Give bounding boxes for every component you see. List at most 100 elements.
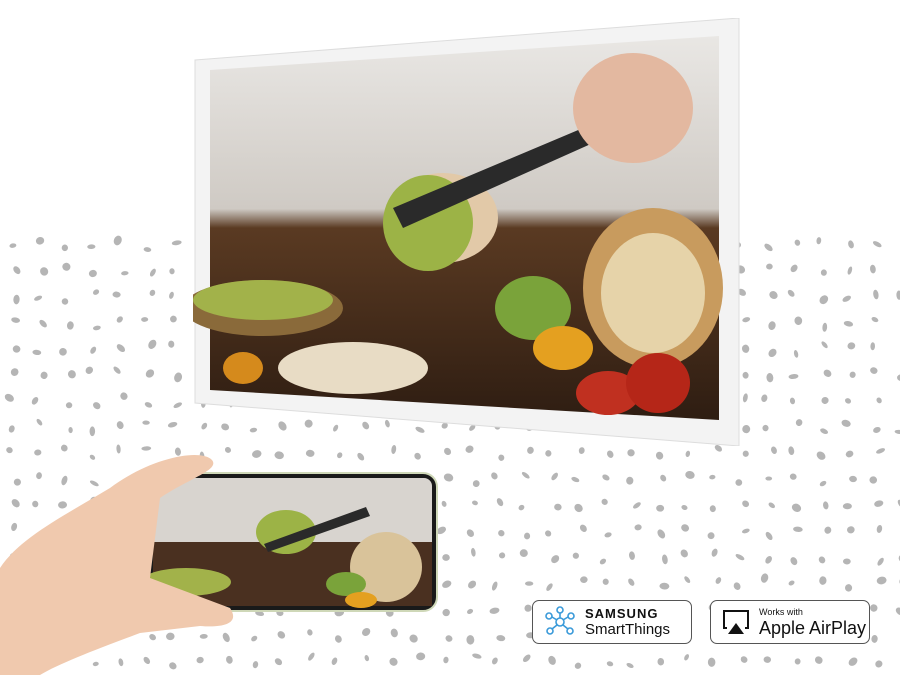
tv-display: [183, 17, 741, 447]
pattern-dot: [466, 635, 475, 645]
samsung-wordmark: SAMSUNG: [585, 605, 659, 621]
pattern-dot: [602, 578, 609, 585]
pattern-dot: [869, 264, 876, 274]
works-with-label: Works with: [759, 606, 803, 617]
pattern-dot: [93, 402, 101, 410]
pattern-dot: [764, 243, 773, 252]
pattern-dot: [116, 421, 124, 430]
pattern-dot: [143, 247, 152, 252]
pattern-dot: [870, 367, 878, 374]
pattern-dot: [148, 339, 157, 349]
pattern-dot: [9, 243, 17, 248]
pattern-dot: [88, 269, 97, 278]
pattern-dot: [849, 475, 857, 483]
pattern-dot: [765, 531, 773, 541]
pattern-dot: [657, 529, 666, 539]
pattern-dot: [656, 504, 665, 512]
pattern-dot: [606, 661, 614, 667]
pattern-dot: [496, 498, 504, 507]
pattern-dot: [762, 424, 769, 432]
pattern-dot: [472, 653, 482, 659]
pattern-dot: [174, 372, 183, 383]
pattern-dot: [742, 450, 749, 457]
pattern-dot: [277, 631, 286, 639]
pattern-dot: [491, 657, 498, 665]
pattern-dot: [847, 342, 856, 350]
pattern-dot: [659, 582, 670, 590]
pattern-dot: [849, 371, 856, 378]
pattern-dot: [518, 504, 525, 511]
pattern-dot: [67, 370, 76, 379]
pattern-dot: [788, 446, 795, 456]
pattern-dot: [680, 549, 688, 558]
pattern-dot: [149, 268, 156, 277]
pattern-dot: [574, 662, 582, 669]
pattern-dot: [61, 298, 69, 305]
airplay-label: Apple AirPlay: [759, 617, 867, 638]
pattern-dot: [821, 396, 829, 404]
pattern-dot: [711, 548, 718, 557]
pattern-dot: [4, 393, 14, 402]
pattern-dot: [707, 657, 716, 667]
pattern-dot: [116, 316, 123, 323]
pattern-dot: [89, 426, 96, 437]
pattern-dot: [874, 500, 884, 507]
pattern-dot: [112, 291, 121, 298]
pattern-dot: [897, 499, 900, 509]
pattern-dot: [790, 557, 798, 566]
pattern-dot: [896, 290, 900, 300]
pattern-dot: [841, 419, 851, 427]
pattern-dot: [845, 450, 854, 458]
pattern-dot: [685, 450, 691, 458]
pattern-dot: [793, 526, 803, 532]
pattern-dot: [845, 398, 852, 404]
pattern-dot: [357, 452, 365, 461]
pattern-dot: [823, 369, 832, 377]
pattern-dot: [444, 447, 452, 456]
pattern-dot: [735, 554, 745, 561]
pattern-dot: [787, 289, 795, 297]
pattern-dot: [524, 581, 534, 586]
pattern-dot: [819, 295, 829, 305]
pattern-dot: [274, 658, 283, 666]
pattern-dot: [116, 344, 126, 353]
pattern-dot: [113, 235, 122, 246]
pattern-dot: [607, 450, 614, 458]
pattern-dot: [604, 532, 612, 538]
pattern-dot: [822, 322, 828, 332]
pattern-dot: [816, 451, 826, 460]
pattern-dot: [144, 402, 153, 408]
pattern-dot: [760, 573, 769, 583]
pattern-dot: [870, 342, 876, 351]
pattern-dot: [145, 369, 155, 378]
pattern-dot: [681, 505, 688, 511]
pattern-dot: [633, 502, 641, 509]
pattern-dot: [527, 446, 534, 454]
pattern-dot: [498, 530, 505, 537]
pattern-dot: [627, 449, 635, 457]
pattern-dot: [170, 315, 177, 323]
pattern-dot: [709, 505, 716, 513]
pattern-dot: [733, 582, 741, 590]
pattern-dot: [251, 635, 258, 642]
pattern-dot: [660, 474, 667, 482]
pattern-dot: [471, 547, 476, 557]
pattern-dot: [873, 426, 881, 433]
pattern-dot: [741, 344, 750, 353]
pattern-dot: [794, 239, 801, 246]
pattern-dot: [548, 655, 556, 665]
pattern-dot: [842, 558, 851, 565]
hand-holding-phone: [0, 455, 234, 675]
pattern-dot: [626, 662, 634, 668]
pattern-dot: [842, 503, 852, 510]
pattern-dot: [472, 480, 480, 487]
pattern-dot: [847, 266, 853, 275]
pattern-dot: [59, 347, 67, 356]
pattern-dot: [765, 476, 773, 481]
pattern-dot: [769, 291, 778, 300]
pattern-dot: [466, 529, 474, 537]
pattern-dot: [93, 289, 100, 295]
pattern-dot: [763, 656, 772, 663]
pattern-dot: [876, 397, 882, 404]
pattern-dot: [766, 263, 773, 270]
